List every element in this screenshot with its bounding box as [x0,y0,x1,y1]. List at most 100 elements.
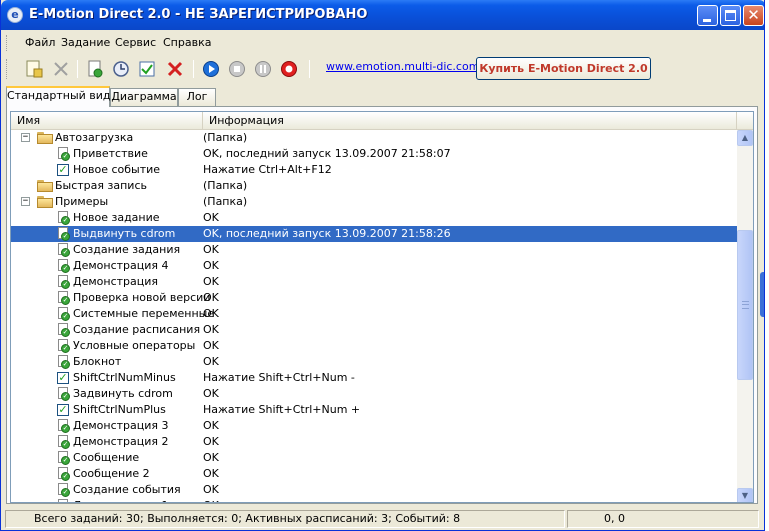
tree-row[interactable]: − Примеры (Папка) [11,194,737,210]
row-name: Быстрая запись [55,179,147,192]
expand-collapse-icon[interactable]: − [21,197,30,206]
row-name: Примеры [55,195,109,208]
tree-row[interactable]: ✓ Создание расписания OK [11,322,737,338]
menu-service[interactable]: Сервис [115,36,156,49]
row-info: OK [203,291,219,304]
row-name: Системные переменные [73,307,215,320]
task-properties-icon[interactable] [85,59,105,79]
toolbar-separator [309,60,310,78]
tree-row[interactable]: ✓ Демонстрация 2 OK [11,434,737,450]
tree-row[interactable]: Быстрая запись (Папка) [11,178,737,194]
row-name: Создание события [73,483,181,496]
buy-button[interactable]: Купить E-Motion Direct 2.0 [476,57,651,80]
tree-row[interactable]: ✓ Создание события OK [11,482,737,498]
minimize-button[interactable] [697,5,718,26]
row-info: OK [203,323,219,336]
row-info: OK [203,435,219,448]
row-name: Блокнот [73,355,122,368]
row-name: Автозагрузка [55,131,134,144]
delete-icon[interactable] [51,59,71,79]
tree-row[interactable]: ✓ Создание задания OK [11,242,737,258]
close-button[interactable]: ✕ [743,5,764,26]
side-panel-handle[interactable] [760,272,764,317]
toolbar-grip [6,59,9,79]
menu-file[interactable]: Файл [25,36,55,49]
tab-standard-view[interactable]: Стандартный вид [6,86,111,107]
column-info[interactable]: Информация [203,112,737,130]
tree-row[interactable]: ✓ Выдвинуть cdrom OK, последний запуск 13.… [11,226,737,242]
row-name: Демонстрация [73,275,159,288]
row-info: Нажатие Shift+Ctrl+Num + [203,403,361,416]
event-check-icon: ✓ [57,163,69,176]
tree-row[interactable]: ✓ Демонстрация OK [11,274,737,290]
scroll-thumb[interactable] [737,230,753,380]
menu-bar: Файл Задание Сервис Справка [1,32,764,54]
scroll-up-icon[interactable]: ▲ [737,130,753,146]
row-info: OK [203,467,219,480]
maximize-button[interactable] [720,5,741,26]
stop-icon[interactable] [227,59,247,79]
vertical-scrollbar[interactable]: ▲ ▼ [737,130,753,502]
row-info: Нажатие Ctrl+Alt+F12 [203,163,332,176]
row-name: Демонстрация 4 [73,259,169,272]
window-title: E-Motion Direct 2.0 - НЕ ЗАРЕГИСТРИРОВАН… [29,7,368,22]
task-ok-icon: ✓ [57,451,71,465]
row-info: OK [203,339,219,352]
task-ok-icon: ✓ [57,483,71,497]
row-info: (Папка) [203,131,248,144]
tree-row[interactable]: ✓ Сообщение OK [11,450,737,466]
tree-row[interactable]: ✓ Условные операторы OK [11,338,737,354]
record-icon[interactable] [279,59,299,79]
expand-collapse-icon[interactable]: − [21,133,30,142]
row-info: OK [203,275,219,288]
play-icon[interactable] [201,59,221,79]
task-ok-icon: ✓ [57,435,71,449]
maximize-icon [725,10,736,21]
row-info: OK [203,483,219,496]
tree-row[interactable]: ✓ Новое задание OK [11,210,737,226]
tree-row[interactable]: ✓ Демонстрация 3 OK [11,418,737,434]
menu-grip [6,35,9,51]
website-link[interactable]: www.emotion.multi-dic.com [326,60,479,73]
remove-icon[interactable] [165,59,185,79]
scroll-down-icon[interactable]: ▼ [737,488,753,502]
tree-row[interactable]: ✓ Сообщение 2 OK [11,466,737,482]
tab-log[interactable]: Лог [178,88,216,106]
task-ok-icon: ✓ [57,419,71,433]
tree-row[interactable]: ✓ Проверка новой версии OK [11,290,737,306]
tree-rows: − Автозагрузка (Папка) ✓ Приветствие OK, посл… [11,130,737,502]
tree-row[interactable]: ✓ Приветствие OK, последний запуск 13.09.2… [11,146,737,162]
main-window: e E-Motion Direct 2.0 - НЕ ЗАРЕГИСТРИРОВ… [0,0,765,531]
row-name: ShiftCtrlNumMinus [73,371,176,384]
tree-row[interactable]: ✓ ShiftCtrlNumMinus Нажатие Shift+Ctrl+Num… [11,370,737,386]
tree-row[interactable]: ✓ Новое событие Нажатие Ctrl+Alt+F12 [11,162,737,178]
row-name: Новое задание [73,211,160,224]
app-icon[interactable]: e [7,7,23,23]
task-ok-icon: ✓ [57,307,71,321]
task-tree[interactable]: Имя Информация − Автозагрузка (Папка) ✓ Прив… [10,111,754,503]
menu-help[interactable]: Справка [163,36,211,49]
tree-row[interactable]: ✓ ShiftCtrlNumPlus Нажатие Shift+Ctrl+Num … [11,402,737,418]
event-check-icon: ✓ [57,371,69,384]
tree-row[interactable]: ✓ Демонстрация 4 OK [11,258,737,274]
row-name: Создание задания [73,243,181,256]
title-bar[interactable]: e E-Motion Direct 2.0 - НЕ ЗАРЕГИСТРИРОВ… [1,0,764,30]
tree-row[interactable]: ✓ Задвинуть cdrom OK [11,386,737,402]
pause-icon[interactable] [253,59,273,79]
menu-task[interactable]: Задание [61,36,110,49]
new-task-icon[interactable] [24,59,44,79]
tab-panel: Имя Информация − Автозагрузка (Папка) ✓ Прив… [6,106,758,504]
column-name[interactable]: Имя [11,112,203,130]
status-coords: 0, 0 [567,510,759,528]
task-ok-icon: ✓ [57,211,71,225]
tree-row[interactable]: ✓ Блокнот OK [11,354,737,370]
schedule-icon[interactable] [111,59,131,79]
check-icon[interactable] [137,59,157,79]
tree-row[interactable]: ✓ Системные переменные OK [11,306,737,322]
task-ok-icon: ✓ [57,275,71,289]
status-summary: Всего заданий: 30; Выполняется: 0; Актив… [5,510,565,528]
tab-diagram[interactable]: Диаграмма [110,88,178,106]
tree-row[interactable]: ✓Демонстрация 1 OK [11,498,737,502]
tree-row[interactable]: − Автозагрузка (Папка) [11,130,737,146]
row-info: Нажатие Shift+Ctrl+Num - [203,371,355,384]
